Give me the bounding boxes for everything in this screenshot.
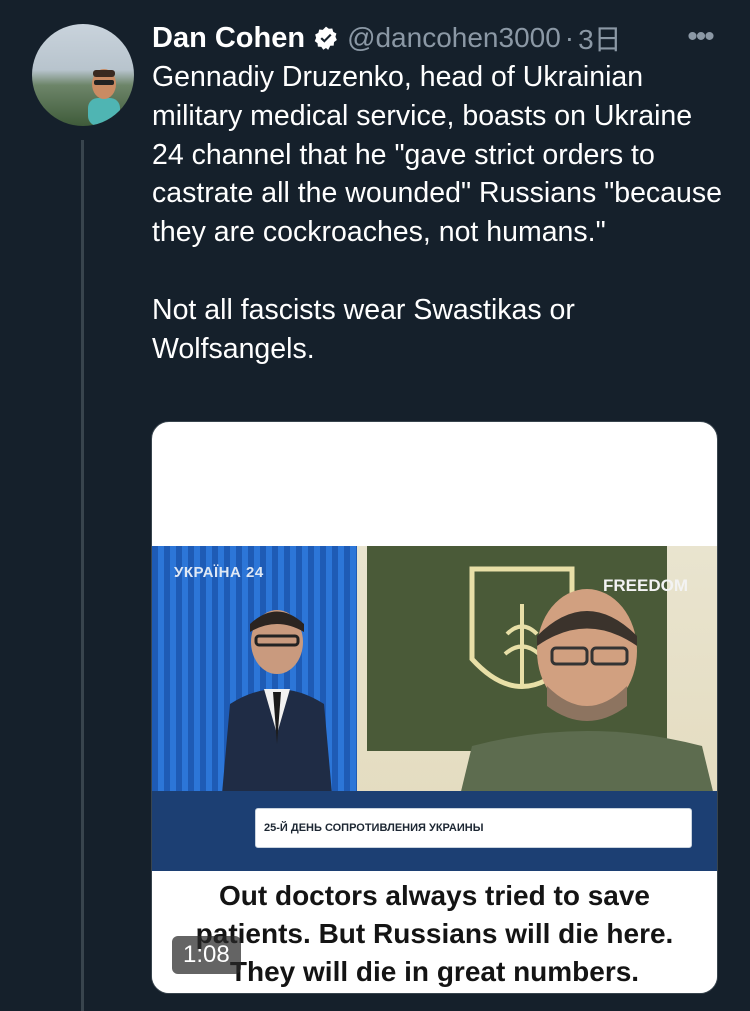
separator-dot: · — [564, 22, 575, 53]
thread-line — [81, 140, 84, 1011]
guest-figure — [457, 589, 717, 808]
anchor-figure — [222, 610, 332, 794]
author-handle[interactable]: @dancohen3000 — [347, 22, 561, 54]
verified-badge-icon — [314, 26, 337, 50]
avatar[interactable] — [32, 24, 134, 126]
lower-third-banner: 25-Й ДЕНЬ СОПРОТИВЛЕНИЯ УКРАИНЫ — [255, 808, 692, 848]
video-caption: Out doctors always tried to save patient… — [152, 871, 717, 993]
more-options-icon[interactable]: ••• — [683, 22, 717, 52]
tweet-text-paragraph: Gennadiy Druzenko, head of Ukrainian mil… — [152, 61, 722, 249]
studio-panel: УКРАЇНА 24 — [152, 546, 357, 806]
tweet-timestamp[interactable]: 3日 — [578, 18, 622, 58]
video-duration-badge: 1:08 — [172, 936, 241, 974]
author-name[interactable]: Dan Cohen — [152, 22, 305, 55]
channel-logo: УКРАЇНА 24 — [174, 564, 264, 581]
tweet-text: Gennadiy Druzenko, head of Ukrainian mil… — [152, 58, 722, 368]
avatar-person-image — [88, 69, 120, 126]
video-frame: УКРАЇНА 24 FREEDOM 25-Й ДЕНЬ СОПРОТИВЛЕН… — [152, 546, 717, 871]
lower-third-text: 25-Й ДЕНЬ СОПРОТИВЛЕНИЯ УКРАИНЫ — [264, 822, 484, 834]
caption-line: Out doctors always tried to save — [218, 880, 651, 911]
tweet-text-paragraph: Not all fascists wear Swastikas or Wolfs… — [152, 293, 575, 365]
guest-panel: FREEDOM — [357, 546, 717, 808]
video-player[interactable]: УКРАЇНА 24 FREEDOM 25-Й ДЕНЬ СОПРОТИВЛЕН… — [151, 421, 718, 994]
tweet-header: Dan Cohen @dancohen3000 · 3日 — [152, 18, 622, 58]
